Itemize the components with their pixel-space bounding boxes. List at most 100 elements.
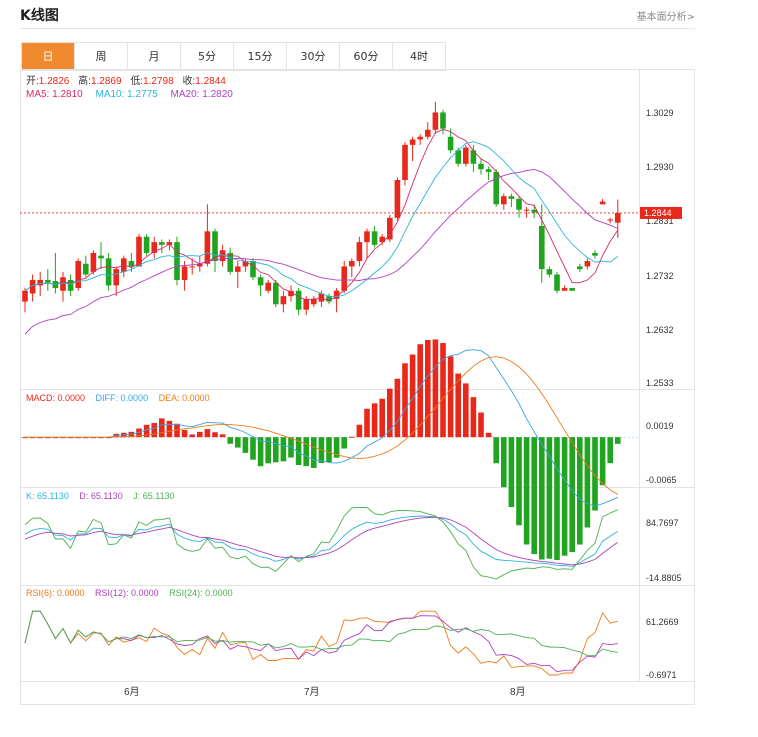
kdj-y-tick: 84.7697 <box>646 518 679 528</box>
candle-body <box>90 252 97 272</box>
macd-value: MACD: 0.0000 <box>26 393 85 403</box>
candle-body <box>508 196 515 199</box>
y-tick: 1.2632 <box>646 325 674 335</box>
ma-info: MA5: 1.2810 MA10: 1.2775 MA20: 1.2820 <box>26 89 233 100</box>
macd-bar <box>569 437 575 553</box>
candle-body <box>265 282 271 291</box>
candle-body <box>181 266 188 280</box>
macd-bar <box>508 437 515 508</box>
candle-body <box>143 236 150 253</box>
macd-bar <box>493 437 499 464</box>
macd-info: MACD: 0.0000 DIFF: 0.0000 DEA: 0.0000 <box>26 393 210 403</box>
page-title: K线图 <box>20 8 59 24</box>
candle-body <box>83 263 89 275</box>
macd-bar <box>303 437 309 467</box>
candle-body <box>607 219 613 221</box>
candle-body <box>402 144 408 180</box>
tab-month[interactable]: 月 <box>128 43 181 70</box>
candlestick-plot <box>22 101 621 335</box>
candle-body <box>159 242 165 245</box>
period-tabs: 日 周 月 5分 15分 30分 60分 4时 <box>21 42 446 71</box>
candle-body <box>447 136 454 151</box>
fundamental-analysis-link[interactable]: 基本面分析> <box>637 8 695 23</box>
candle-body <box>546 269 553 275</box>
macd-bar <box>227 437 233 444</box>
candle-body <box>250 261 256 278</box>
macd-bar <box>463 383 469 438</box>
tab-4hour[interactable]: 4时 <box>393 43 446 70</box>
tab-week[interactable]: 周 <box>75 43 128 70</box>
macd-bar <box>219 434 226 438</box>
macd-bar <box>554 437 560 561</box>
macd-bar <box>577 437 583 545</box>
rsi12-line <box>24 610 618 673</box>
tab-day[interactable]: 日 <box>22 43 75 70</box>
macd-bar <box>273 437 279 463</box>
macd-bar <box>425 340 431 438</box>
candle-body <box>280 296 287 305</box>
macd-bar <box>242 437 249 453</box>
candle-body <box>539 225 545 270</box>
k-value: K: 65.1130 <box>26 491 69 501</box>
close-value: 1.2844 <box>195 76 226 87</box>
candle-body <box>599 201 606 205</box>
d-value: D: 65.1130 <box>79 491 122 501</box>
candle-body <box>235 266 241 272</box>
macd-bar <box>584 437 591 528</box>
ma20-value: MA20: 1.2820 <box>171 89 234 100</box>
macd-bar <box>166 420 173 438</box>
tab-60min[interactable]: 60分 <box>340 43 393 70</box>
macd-bar <box>181 430 188 438</box>
kdj-y-tick: -14.8805 <box>646 573 682 583</box>
candle-body <box>516 198 522 210</box>
candle-body <box>67 279 74 291</box>
macd-bar <box>364 408 370 438</box>
candle-body <box>311 298 317 305</box>
ma20-line <box>24 168 618 335</box>
ma10-value: MA10: 1.2775 <box>96 89 159 100</box>
current-price-label: 1.2844 <box>644 208 672 218</box>
kline-page: K线图 基本面分析> 日 周 月 5分 15分 30分 60分 4时 开:1.2… <box>0 0 758 737</box>
macd-bar <box>523 437 530 545</box>
candle-body <box>577 266 583 270</box>
candle-body <box>303 298 309 310</box>
candle-body <box>37 279 43 286</box>
rsi-y-tick: -0.6971 <box>646 670 677 680</box>
x-label-july: 7月 <box>304 686 320 698</box>
candle-body <box>501 196 507 205</box>
tab-5min[interactable]: 5分 <box>181 43 234 70</box>
candle-body <box>113 269 119 286</box>
macd-bar <box>349 436 355 438</box>
candle-body <box>204 231 211 264</box>
macd-bar <box>151 423 157 438</box>
candle-body <box>98 255 104 259</box>
kdj-info: K: 65.1130 D: 65.1130 J: 65.1130 <box>26 491 175 501</box>
macd-bar <box>379 398 385 438</box>
j-value: J: 65.1130 <box>133 491 174 501</box>
candle-body <box>75 261 81 289</box>
macd-y-tick: 0.0019 <box>646 421 674 431</box>
rsi12-value: RSI(12): 0.0000 <box>95 588 159 598</box>
low-label: 低: <box>130 74 143 87</box>
tab-15min[interactable]: 15分 <box>234 43 287 70</box>
diff-value: DIFF: 0.0000 <box>96 393 149 403</box>
macd-bar <box>189 434 195 438</box>
macd-bar <box>280 437 287 462</box>
candle-body <box>45 279 51 283</box>
ohlc-info: 开:1.2826 高:1.2869 低:1.2798 收:1.2844 <box>26 74 226 87</box>
macd-bar <box>470 397 477 438</box>
macd-bar <box>371 403 378 438</box>
macd-bar <box>592 437 598 511</box>
macd-bar <box>311 437 317 468</box>
macd-bar <box>356 424 363 438</box>
tab-30min[interactable]: 30分 <box>287 43 340 70</box>
macd-bar <box>607 437 613 464</box>
candle-body <box>425 129 431 137</box>
candle-body <box>615 212 621 223</box>
macd-bar <box>212 432 218 438</box>
macd-bar <box>432 339 439 438</box>
y-tick: 1.2533 <box>646 378 674 388</box>
kline-chart[interactable]: 开:1.2826 高:1.2869 低:1.2798 收:1.2844 MA5:… <box>20 69 695 705</box>
macd-bar <box>539 437 545 560</box>
candle-body <box>592 252 598 256</box>
